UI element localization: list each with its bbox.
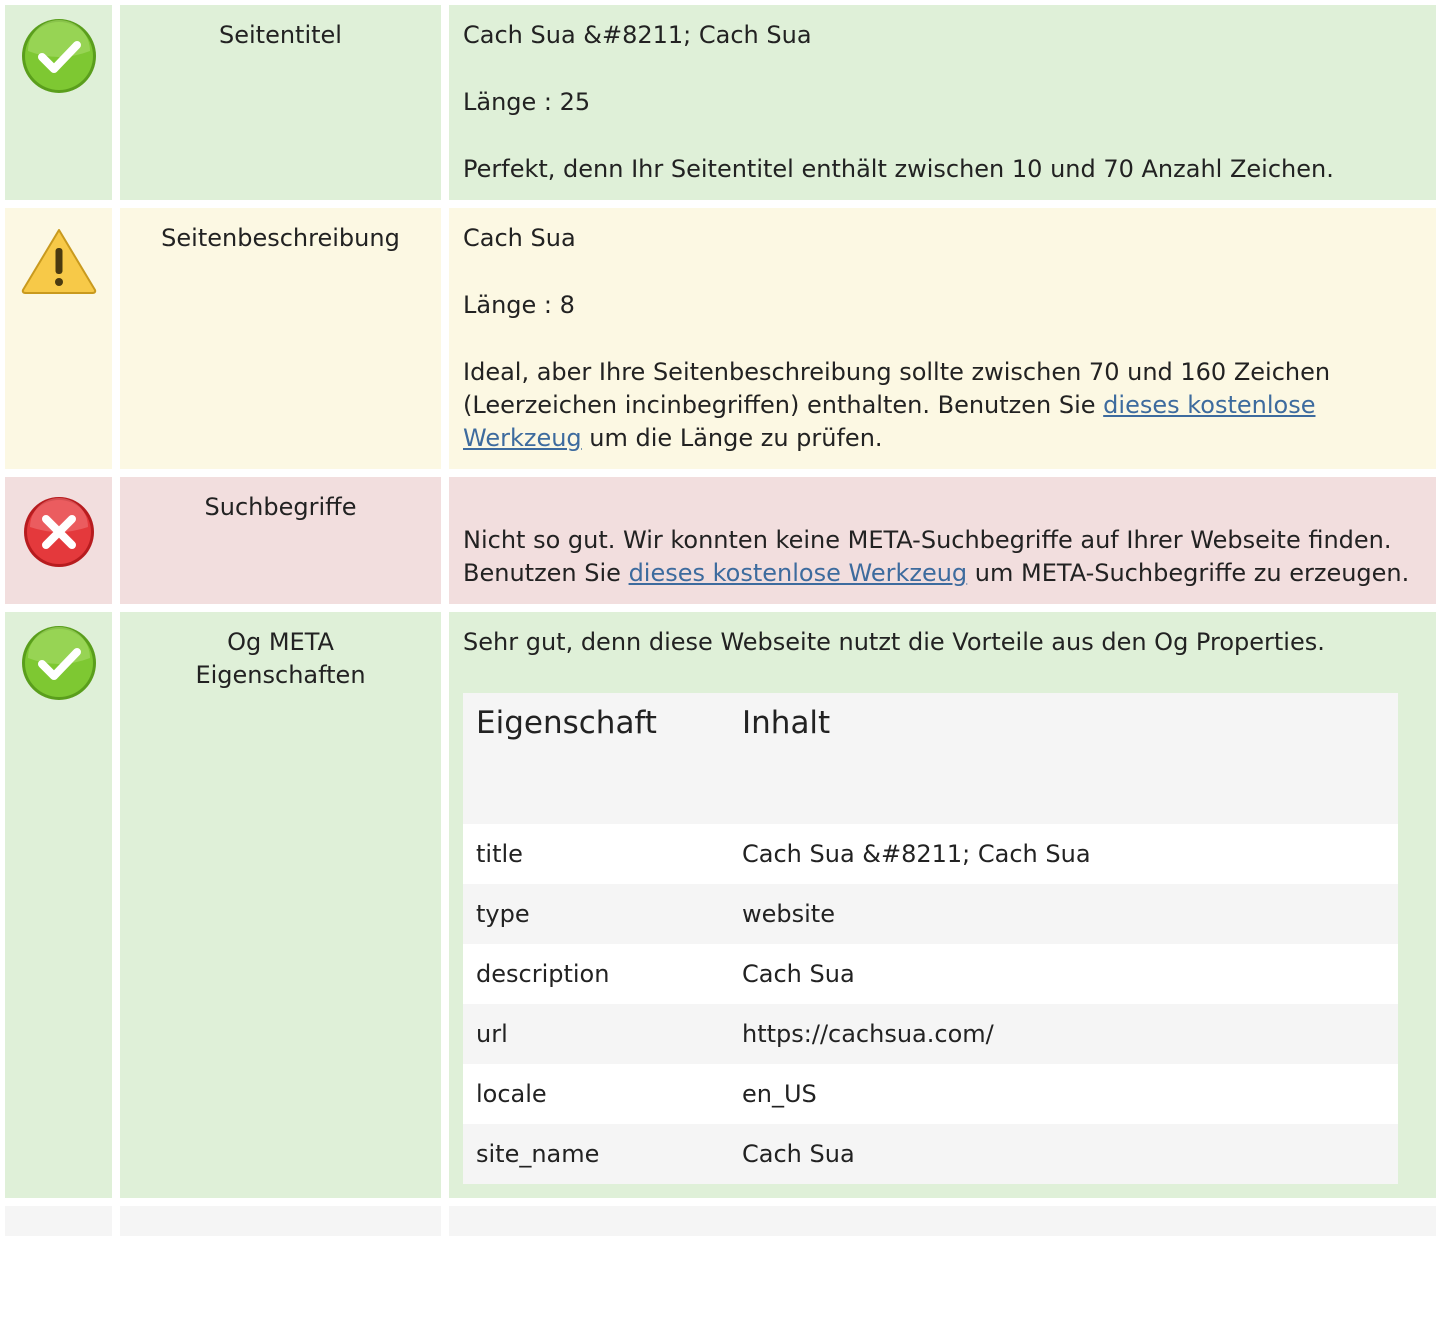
status-cell (5, 5, 112, 200)
og-content: website (729, 884, 1398, 944)
status-cell (5, 477, 112, 604)
description-length: Länge : 8 (463, 291, 575, 319)
row-label (120, 1206, 441, 1236)
status-cell (5, 208, 112, 469)
table-row: title Cach Sua &#8211; Cach Sua (463, 824, 1398, 884)
description-message: Ideal, aber Ihre Seitenbeschreibung soll… (463, 356, 1422, 455)
og-message: Sehr gut, denn diese Webseite nutzt die … (463, 628, 1325, 656)
keywords-message: Nicht so gut. Wir konnten keine META-Suc… (463, 524, 1422, 590)
seo-report-table: Seitentitel Cach Sua &#8211; Cach Sua Lä… (0, 0, 1442, 1244)
report-row-og-meta: Og META Eigenschaften Sehr gut, denn die… (5, 612, 1436, 1198)
row-label: Og META Eigenschaften (120, 612, 441, 1198)
error-x-circle-icon (23, 497, 94, 567)
og-content: Cach Sua (729, 944, 1398, 1004)
report-row-description: Seitenbeschreibung Cach Sua Länge : 8 Id… (5, 208, 1436, 469)
status-cell (5, 1206, 112, 1236)
row-content: Cach Sua Länge : 8 Ideal, aber Ihre Seit… (449, 208, 1436, 469)
row-label: Seitenbeschreibung (120, 208, 441, 469)
row-label: Suchbegriffe (120, 477, 441, 604)
row-content (449, 1206, 1436, 1236)
message-text: um die Länge zu prüfen. (581, 424, 883, 452)
table-row: type website (463, 884, 1398, 944)
table-row: locale en_US (463, 1064, 1398, 1124)
report-row-title: Seitentitel Cach Sua &#8211; Cach Sua Lä… (5, 5, 1436, 200)
og-property: site_name (463, 1124, 729, 1184)
row-label: Seitentitel (120, 5, 441, 200)
og-property: locale (463, 1064, 729, 1124)
og-property: type (463, 884, 729, 944)
warning-triangle-icon (21, 229, 96, 294)
og-content: en_US (729, 1064, 1398, 1124)
description-value: Cach Sua (463, 224, 576, 252)
row-content: Cach Sua &#8211; Cach Sua Länge : 25 Per… (449, 5, 1436, 200)
title-message: Perfekt, denn Ihr Seitentitel enthält zw… (463, 155, 1334, 183)
og-content: Cach Sua (729, 1124, 1398, 1184)
og-header-property: Eigenschaft (463, 693, 729, 824)
title-length: Länge : 25 (463, 88, 591, 116)
row-content: Sehr gut, denn diese Webseite nutzt die … (449, 612, 1436, 1198)
og-content: https://cachsua.com/ (729, 1004, 1398, 1064)
og-content: Cach Sua &#8211; Cach Sua (729, 824, 1398, 884)
check-circle-icon (21, 19, 96, 93)
message-text: um META-Suchbegriffe zu erzeugen. (967, 559, 1410, 587)
status-cell (5, 612, 112, 1198)
report-row-keywords: Suchbegriffe Nicht so gut. Wir konnten k… (5, 477, 1436, 604)
og-properties-table: Eigenschaft Inhalt title Cach Sua &#8211… (463, 693, 1398, 1184)
report-row-next (5, 1206, 1436, 1236)
table-row: url https://cachsua.com/ (463, 1004, 1398, 1064)
og-property: title (463, 824, 729, 884)
free-tool-link[interactable]: dieses kostenlose Werkzeug (629, 559, 968, 587)
og-property: description (463, 944, 729, 1004)
title-value: Cach Sua &#8211; Cach Sua (463, 21, 812, 49)
og-property: url (463, 1004, 729, 1064)
table-row: description Cach Sua (463, 944, 1398, 1004)
og-table-header: Eigenschaft Inhalt (463, 693, 1398, 824)
row-content: Nicht so gut. Wir konnten keine META-Suc… (449, 477, 1436, 604)
check-circle-icon (21, 626, 96, 700)
og-header-content: Inhalt (729, 693, 1398, 824)
table-row: site_name Cach Sua (463, 1124, 1398, 1184)
